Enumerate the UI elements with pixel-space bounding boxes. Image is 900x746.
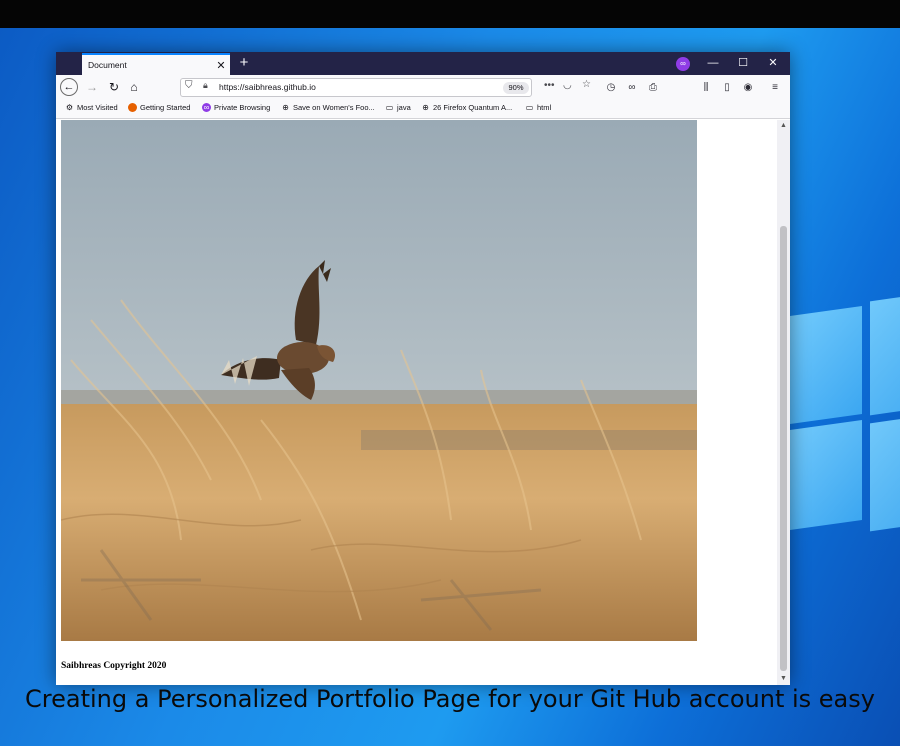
vertical-scrollbar[interactable]: ▲ ▼ <box>777 120 790 685</box>
url-text[interactable]: https://saibhreas.github.io <box>219 82 316 92</box>
top-black-strip <box>0 0 900 28</box>
close-window-button[interactable]: ✕ <box>758 52 788 74</box>
pocket-icon[interactable]: ◡ <box>563 80 572 91</box>
tracking-protection-shield-icon[interactable]: ⛉ <box>185 80 193 91</box>
tutorial-caption: Creating a Personalized Portfolio Page f… <box>25 685 875 713</box>
bookmark-item[interactable]: ▭ java <box>385 103 411 112</box>
reload-button[interactable]: ↻ <box>104 78 124 97</box>
private-browsing-icon: ∞ <box>676 57 690 71</box>
minimize-button[interactable]: — <box>698 52 728 74</box>
scrollbar-thumb[interactable] <box>780 226 787 671</box>
bookmark-item[interactable]: ▭ html <box>525 103 551 112</box>
back-button[interactable]: ← <box>60 78 78 96</box>
new-tab-button[interactable]: + <box>236 53 252 74</box>
firefox-window: Document ✕ + ∞ — ☐ ✕ ← → ↻ ⌂ ⛉ 🔒︎ https:… <box>56 52 790 685</box>
close-tab-icon[interactable]: ✕ <box>212 59 230 72</box>
account-icon[interactable]: ◉ <box>740 80 756 95</box>
arrow-left-icon: ← <box>63 81 75 93</box>
tab-bar: Document ✕ + ∞ — ☐ ✕ <box>56 52 790 75</box>
arrow-right-icon: → <box>86 80 98 94</box>
history-clock-icon[interactable]: ◷ <box>603 80 619 95</box>
hawk-photo <box>61 120 697 641</box>
bookmark-item[interactable]: ⚙ Most Visited <box>65 103 118 112</box>
page-content: Saibhreas Copyright 2020 <box>56 120 780 685</box>
library-icon[interactable]: ⫼ <box>698 80 714 95</box>
bookmark-item[interactable]: ⊕ 26 Firefox Quantum A... <box>421 103 512 112</box>
bookmark-item[interactable]: ⊕ Save on Women's Foo... <box>281 103 375 112</box>
windows-logo <box>790 273 900 573</box>
private-browsing-icon: ∞ <box>202 103 211 112</box>
gear-icon: ⚙ <box>65 103 74 112</box>
scroll-up-arrow-icon[interactable]: ▲ <box>777 120 790 132</box>
copyright-text: Saibhreas Copyright 2020 <box>61 661 167 671</box>
private-mask-icon[interactable]: ∞ <box>624 80 640 95</box>
zoom-level-button[interactable]: 90% <box>503 82 529 94</box>
folder-icon: ▭ <box>525 103 534 112</box>
tab-title: Document <box>88 60 127 70</box>
hamburger-menu-icon[interactable]: ≡ <box>767 80 783 95</box>
url-bar[interactable]: ⛉ 🔒︎ https://saibhreas.github.io 90% <box>180 78 532 97</box>
folder-icon: ▭ <box>385 103 394 112</box>
home-icon: ⌂ <box>130 80 138 94</box>
bookmarks-toolbar: ⚙ Most Visited Getting Started ∞ Private… <box>56 100 790 119</box>
bookmark-star-icon[interactable]: ☆ <box>582 79 591 90</box>
globe-icon: ⊕ <box>422 103 429 112</box>
home-button[interactable]: ⌂ <box>124 78 144 97</box>
forward-button[interactable]: → <box>82 78 102 97</box>
bookmark-item[interactable]: Getting Started <box>128 103 190 112</box>
navigation-toolbar: ← → ↻ ⌂ ⛉ 🔒︎ https://saibhreas.github.io… <box>56 75 790 100</box>
sidebar-icon[interactable]: ▯ <box>719 80 735 95</box>
lock-icon[interactable]: 🔒︎ <box>203 80 208 91</box>
bookmark-item[interactable]: ∞ Private Browsing <box>202 103 270 112</box>
print-icon[interactable]: ⎙ <box>645 80 661 95</box>
page-actions-menu-icon[interactable]: ••• <box>544 80 555 91</box>
reload-icon: ↻ <box>108 80 120 94</box>
tab-document[interactable]: Document ✕ <box>82 53 230 75</box>
firefox-icon <box>128 103 137 112</box>
maximize-button[interactable]: ☐ <box>728 52 758 74</box>
globe-icon: ⊕ <box>282 103 289 112</box>
